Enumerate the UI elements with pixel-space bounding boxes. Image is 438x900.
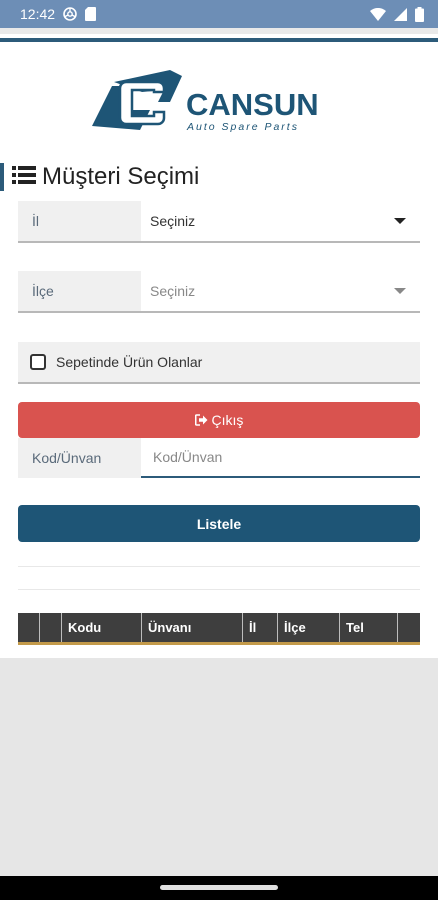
- ilce-field: İlçe Seçiniz: [18, 271, 420, 313]
- signal-icon: [394, 7, 407, 21]
- table-header-cell[interactable]: [18, 613, 40, 642]
- exit-button-label: Çıkış: [211, 412, 244, 428]
- customer-table-header: Kodu Ünvanı İl İlçe Tel: [18, 613, 420, 645]
- table-header-cell[interactable]: [398, 613, 420, 642]
- sign-out-icon: [194, 414, 208, 426]
- sepet-filter: Sepetinde Ürün Olanlar: [18, 342, 420, 384]
- navigation-bar: [0, 876, 438, 900]
- il-select[interactable]: Seçiniz: [141, 201, 420, 241]
- home-gesture-handle[interactable]: [160, 885, 278, 890]
- sim-card-icon: [85, 7, 97, 21]
- chrome-icon: [63, 7, 77, 21]
- kod-label: Kod/Ünvan: [18, 438, 141, 478]
- table-header-ilce[interactable]: İlçe: [278, 613, 340, 642]
- table-header-tel[interactable]: Tel: [340, 613, 398, 642]
- divider: [18, 566, 420, 567]
- ilce-label: İlçe: [18, 271, 141, 311]
- table-header-unvani[interactable]: Ünvanı: [142, 613, 243, 642]
- brand-logo: CANSUN Auto Spare Parts: [88, 68, 352, 144]
- divider: [18, 589, 420, 590]
- brand-tagline: Auto Spare Parts: [186, 121, 299, 133]
- table-header-cell[interactable]: [40, 613, 62, 642]
- list-icon: [12, 165, 36, 190]
- page-title-text: Müşteri Seçimi: [42, 163, 200, 190]
- list-button-label: Listele: [196, 515, 242, 532]
- ilce-select-value: Seçiniz: [150, 283, 196, 299]
- kod-input[interactable]: [141, 438, 420, 478]
- empty-area: [0, 658, 438, 876]
- sepet-checkbox-label[interactable]: Sepetinde Ürün Olanlar: [56, 354, 202, 370]
- title-accent-bar: [0, 163, 4, 191]
- status-bar: 12:42: [0, 0, 438, 28]
- battery-icon: [415, 6, 424, 22]
- il-field: İl Seçiniz: [18, 201, 420, 243]
- brand-name: CANSUN: [186, 87, 319, 122]
- chevron-down-icon: [394, 288, 406, 294]
- kod-field: Kod/Ünvan: [18, 438, 420, 478]
- il-label: İl: [18, 201, 141, 241]
- table-header-kodu[interactable]: Kodu: [62, 613, 142, 642]
- app-bar-top: [0, 28, 438, 34]
- chevron-down-icon: [394, 218, 406, 224]
- sepet-checkbox[interactable]: [30, 354, 46, 370]
- il-select-value: Seçiniz: [150, 213, 196, 229]
- table-header-il[interactable]: İl: [243, 613, 278, 642]
- list-button[interactable]: Listele: [18, 505, 420, 542]
- status-time: 12:42: [20, 6, 56, 22]
- page-title: Müşteri Seçimi: [0, 162, 199, 192]
- ilce-select[interactable]: Seçiniz: [141, 271, 420, 311]
- wifi-icon: [370, 7, 386, 21]
- exit-button[interactable]: Çıkış: [18, 402, 420, 438]
